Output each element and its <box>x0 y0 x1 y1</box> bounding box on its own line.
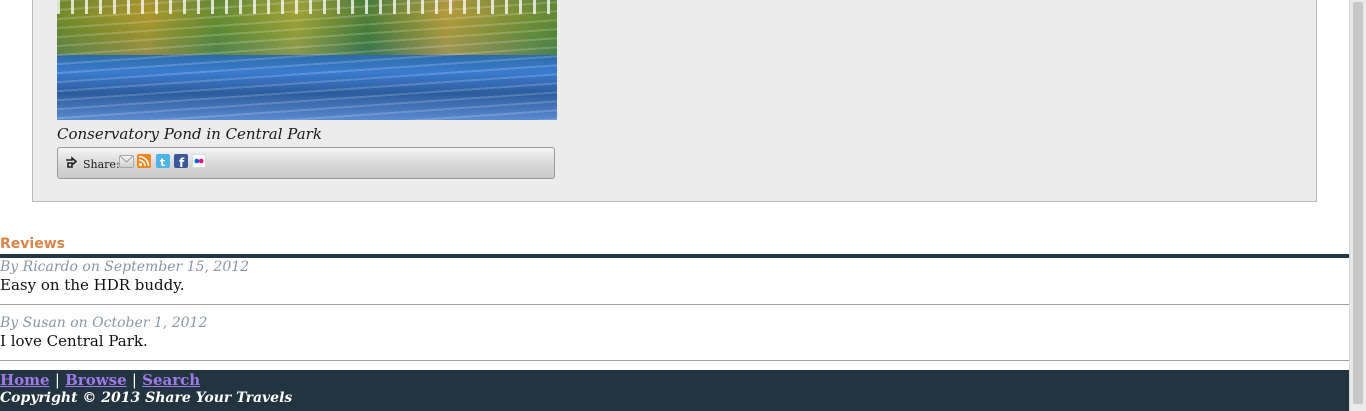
footer-separator: | <box>54 371 60 389</box>
share-icon <box>64 155 78 169</box>
review-separator <box>0 360 1349 361</box>
photo-ripples-layer <box>57 0 557 120</box>
photo-caption: Conservatory Pond in Central Park <box>57 125 322 143</box>
vertical-scrollbar[interactable] <box>1349 0 1366 411</box>
footer-link-search[interactable]: Search <box>142 371 200 389</box>
share-bar: Share: t f <box>57 147 555 179</box>
review-meta: By Susan on October 1, 2012 <box>0 315 208 331</box>
review-text: I love Central Park. <box>0 332 148 350</box>
review-item: By Susan on October 1, 2012 I love Centr… <box>0 315 1349 350</box>
page: Conservatory Pond in Central Park Share:… <box>0 0 1349 411</box>
review-text: Easy on the HDR buddy. <box>0 276 185 294</box>
svg-text:t: t <box>160 156 165 168</box>
copyright-text: Copyright © 2013 Share Your Travels <box>0 390 293 406</box>
photo-image[interactable] <box>57 0 557 120</box>
facebook-icon[interactable]: f <box>174 154 188 168</box>
footer-separator: | <box>131 371 137 389</box>
flickr-icon[interactable] <box>192 154 206 168</box>
review-separator <box>0 304 1349 305</box>
footer-link-browse[interactable]: Browse <box>65 371 127 389</box>
footer: Home | Browse | Search Copyright © 2013 … <box>0 370 1349 411</box>
email-icon[interactable] <box>119 155 134 168</box>
reviews-divider <box>0 254 1349 258</box>
reviews-heading: Reviews <box>0 236 65 252</box>
rss-icon[interactable] <box>137 154 151 168</box>
share-label: Share: <box>83 158 120 171</box>
footer-link-home[interactable]: Home <box>0 371 50 389</box>
footer-nav: Home | Browse | Search <box>0 371 200 389</box>
scrollbar-thumb[interactable] <box>1353 2 1363 404</box>
svg-text:f: f <box>179 156 185 168</box>
review-item: By Ricardo on September 15, 2012 Easy on… <box>0 259 1349 294</box>
review-meta: By Ricardo on September 15, 2012 <box>0 259 250 275</box>
twitter-icon[interactable]: t <box>156 154 170 168</box>
